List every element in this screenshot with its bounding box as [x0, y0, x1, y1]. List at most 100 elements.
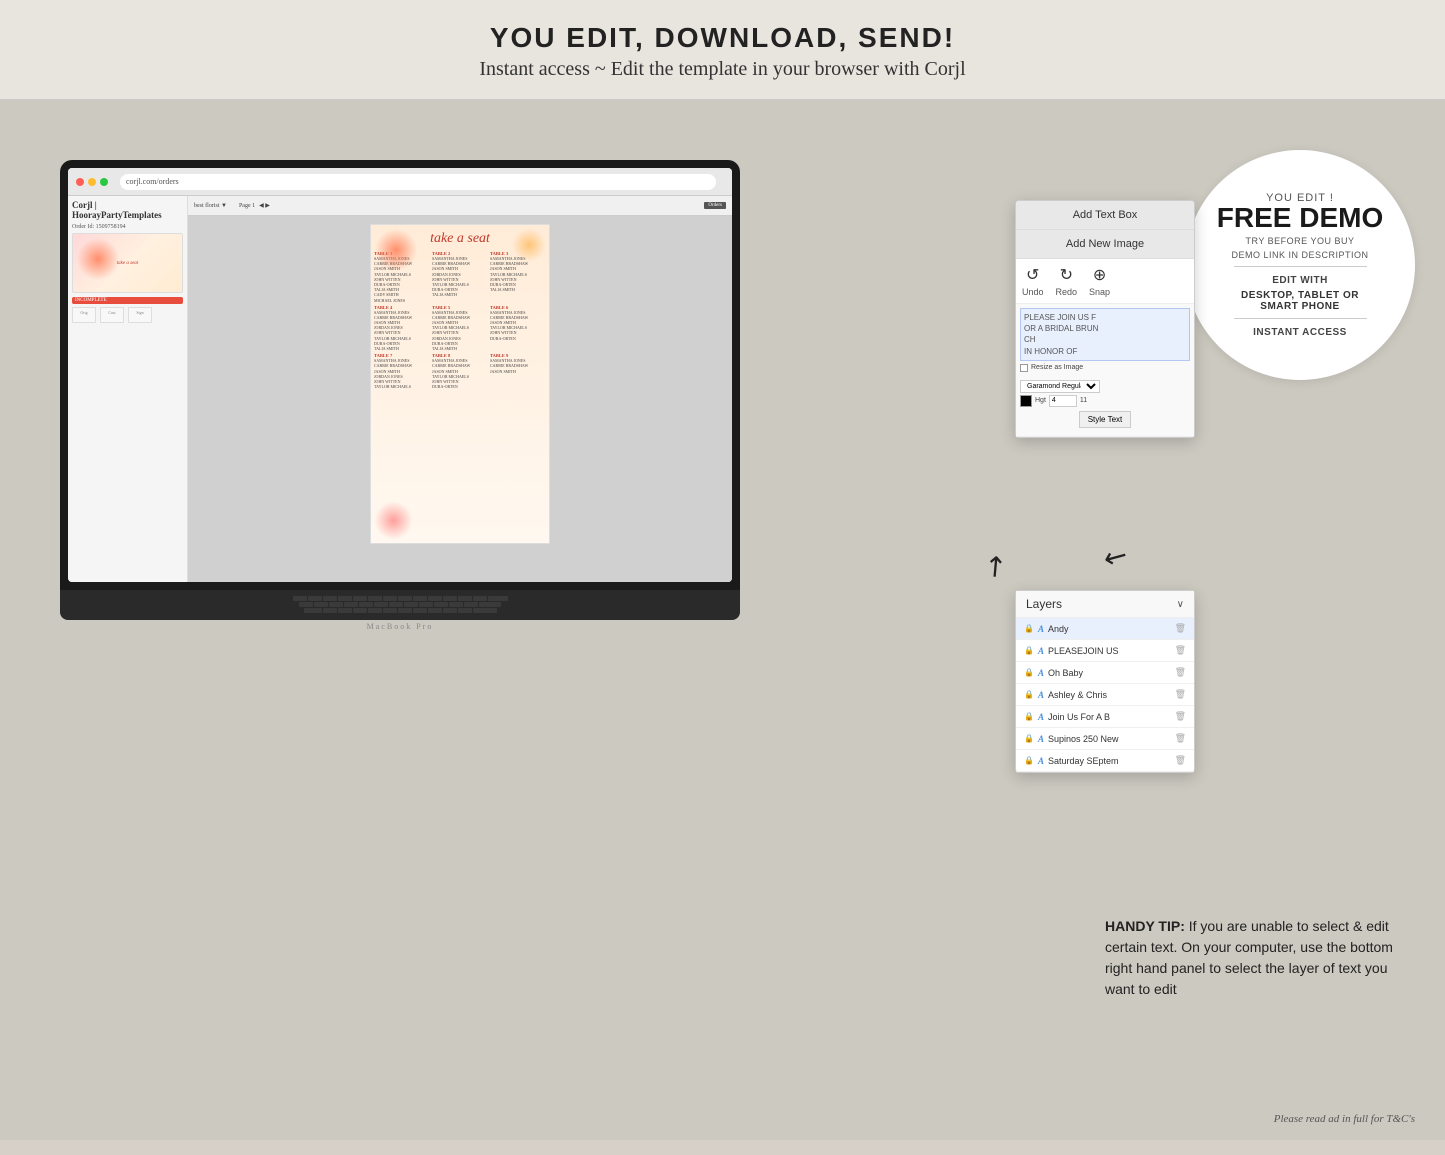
layer-delete-icon-7[interactable]: 🗑 [1175, 755, 1186, 766]
banner-heading: YOU EDIT, DOWNLOAD, SEND! [20, 22, 1425, 54]
layer-letter-c: A [1038, 668, 1044, 678]
height-label: Hgt [1035, 397, 1046, 404]
laptop-screen: corjl.com/orders Corjl | HoorayPartyTemp… [60, 160, 740, 590]
handy-tip: HANDY TIP: If you are unable to select &… [1105, 916, 1415, 1000]
keyboard-rows [94, 596, 706, 614]
browser-address-bar[interactable]: corjl.com/orders [120, 174, 716, 190]
add-new-image-btn[interactable]: Add New Image [1016, 230, 1194, 259]
layer-lock-icon: 🔒 [1024, 624, 1034, 633]
floating-edit-panel: Add Text Box Add New Image ↺ Undo ↻ Redo… [1015, 200, 1195, 438]
layer-item-pleasejoin[interactable]: 🔒 A PLEASEJOIN US 🗑 [1016, 640, 1194, 662]
free-demo-instant: INSTANT ACCESS [1253, 327, 1347, 338]
table-9-block: TABLE 9 SAMANTHA JONESCARRIE BRADSHAWJAS… [490, 353, 546, 389]
arrow-to-panel: ↙ [975, 546, 1015, 587]
sidebar-action-3[interactable]: Sign [128, 307, 152, 323]
redo-label: Redo [1056, 287, 1078, 297]
table-6-block: TABLE 6 SAMANTHA JONESCARRIE BRADSHAWJAS… [490, 305, 546, 352]
redo-tool[interactable]: ↻ Redo [1056, 265, 1078, 297]
sidebar-action-1[interactable]: Orig [72, 307, 96, 323]
layer-delete-icon-2[interactable]: 🗑 [1175, 645, 1186, 656]
free-demo-divider-1 [1234, 266, 1367, 267]
layer-letter-f: A [1038, 734, 1044, 744]
layer-lock-icon-2: 🔒 [1024, 646, 1034, 655]
corjl-thumbnail: take a seat [72, 233, 183, 293]
layer-delete-icon[interactable]: 🗑 [1175, 623, 1186, 634]
layer-delete-icon-5[interactable]: 🗑 [1175, 711, 1186, 722]
layer-letter-b: A [1038, 646, 1044, 656]
orders-btn[interactable]: Orders [704, 202, 726, 209]
table-4-block: TABLE 4 SAMANTHA JONESCARRIE BRADSHAWJAS… [374, 305, 430, 352]
corjl-canvas-area: take a seat TABLE 1 SAMANTHA JONESCARRIE… [188, 216, 732, 582]
undo-tool[interactable]: ↺ Undo [1022, 265, 1044, 297]
layer-delete-icon-6[interactable]: 🗑 [1175, 733, 1186, 744]
arrow-to-layers: ↙ [1097, 536, 1134, 577]
table-5-block: TABLE 5 SAMANTHA JONESCARRIE BRADSHAWJAS… [432, 305, 488, 352]
free-demo-circle: YOU EDIT ! FREE DEMO TRY BEFORE YOU BUY … [1185, 150, 1415, 380]
layers-chevron-icon[interactable]: ∨ [1177, 599, 1184, 610]
free-demo-try-before: TRY BEFORE YOU BUY [1245, 236, 1354, 246]
layers-header: Layers ∨ [1016, 591, 1194, 618]
height-input[interactable] [1049, 395, 1077, 407]
layer-item-saturday[interactable]: 🔒 A Saturday SEptem 🗑 [1016, 750, 1194, 772]
color-swatch[interactable] [1020, 395, 1032, 407]
layer-lock-icon-7: 🔒 [1024, 756, 1034, 765]
terms-text: Please read ad in full for T&C's [1274, 1113, 1415, 1125]
free-demo-title: FREE DEMO [1217, 204, 1383, 232]
font-dropdown[interactable]: Garamond Regular [1020, 380, 1100, 393]
layer-item-ashley-chris[interactable]: 🔒 A Ashley & Chris 🗑 [1016, 684, 1194, 706]
preview-line-1: PLEASE JOIN US F [1024, 312, 1186, 323]
layer-name-join-us: Join Us For A B [1048, 712, 1171, 722]
browser-chrome: corjl.com/orders [68, 168, 732, 196]
corjl-main-canvas: best florist ▼ Page 1 ◀ ▶ Orders [188, 196, 732, 582]
sidebar-action-2[interactable]: Cust [100, 307, 124, 323]
layer-name-saturday: Saturday SEptem [1048, 756, 1171, 766]
preview-text-box: PLEASE JOIN US F OR A BRIDAL BRUN CH IN … [1020, 308, 1190, 361]
layer-item-join-us[interactable]: 🔒 A Join Us For A B 🗑 [1016, 706, 1194, 728]
font-dropdown-row: Garamond Regular [1020, 375, 1190, 393]
size-input-row: Hgt 11 [1020, 395, 1190, 407]
corjl-sidebar: Corjl | HoorayPartyTemplates Order Id: 1… [68, 196, 188, 582]
layer-letter-a: A [1038, 624, 1044, 634]
panel-tools: ↺ Undo ↻ Redo ⊕ Snap [1016, 259, 1194, 304]
layer-letter-g: A [1038, 756, 1044, 766]
corjl-order-id: Order Id: 1509758194 [72, 224, 183, 230]
toolbar-nav: ◀ ▶ [259, 202, 270, 209]
preview-line-3: CH [1024, 334, 1186, 345]
table-2-block: TABLE 2 SAMANTHA JONESCARRIE BRADSHAWJAS… [432, 251, 488, 303]
snap-tool[interactable]: ⊕ Snap [1089, 265, 1110, 297]
width-value: 11 [1080, 397, 1087, 404]
layer-letter-d: A [1038, 690, 1044, 700]
preview-line-4: IN HONOR OF [1024, 346, 1186, 357]
layer-item-oh-baby[interactable]: 🔒 A Oh Baby 🗑 [1016, 662, 1194, 684]
laptop-keyboard [60, 590, 740, 620]
main-area: corjl.com/orders Corjl | HoorayPartyTemp… [0, 100, 1445, 1140]
free-demo-edit-with: EDIT WITH [1272, 275, 1328, 286]
layers-panel: Layers ∨ 🔒 A Andy 🗑 🔒 A PLEASEJOIN US 🗑 … [1015, 590, 1195, 773]
add-text-box-btn[interactable]: Add Text Box [1016, 201, 1194, 230]
free-demo-divider-2 [1234, 318, 1367, 319]
layer-item-andy[interactable]: 🔒 A Andy 🗑 [1016, 618, 1194, 640]
preview-line-2: OR A BRIDAL BRUN [1024, 323, 1186, 334]
panel-preview: PLEASE JOIN US F OR A BRIDAL BRUN CH IN … [1016, 304, 1194, 437]
seating-chart-bg: take a seat TABLE 1 SAMANTHA JONESCARRIE… [371, 225, 549, 543]
corjl-logo: Corjl | HoorayPartyTemplates [72, 200, 183, 220]
layer-delete-icon-3[interactable]: 🗑 [1175, 667, 1186, 678]
layer-name-ashley-chris: Ashley & Chris [1048, 690, 1171, 700]
layer-item-supinos[interactable]: 🔒 A Supinos 250 New 🗑 [1016, 728, 1194, 750]
redo-icon: ↻ [1060, 265, 1073, 285]
layer-name: Andy [1048, 624, 1171, 634]
undo-icon: ↺ [1026, 265, 1039, 285]
free-demo-platforms: DESKTOP, TABLET ORSMART PHONE [1241, 290, 1359, 312]
corjl-ui: Corjl | HoorayPartyTemplates Order Id: 1… [68, 196, 732, 582]
laptop-area: corjl.com/orders Corjl | HoorayPartyTemp… [0, 100, 780, 1140]
banner-subheading: Instant access ~ Edit the template in yo… [20, 58, 1425, 81]
layer-delete-icon-4[interactable]: 🗑 [1175, 689, 1186, 700]
layer-name-supinos: Supinos 250 New [1048, 734, 1171, 744]
layer-lock-icon-6: 🔒 [1024, 734, 1034, 743]
style-text-button[interactable]: Style Text [1079, 411, 1132, 428]
resize-checkbox[interactable] [1020, 364, 1028, 372]
table-8-block: TABLE 8 SAMANTHA JONESCARRIE BRADSHAWJAS… [432, 353, 488, 389]
free-demo-demo-link: DEMO LINK IN DESCRIPTION [1231, 250, 1368, 260]
undo-label: Undo [1022, 287, 1044, 297]
toolbar-label: best florist ▼ [194, 203, 227, 209]
